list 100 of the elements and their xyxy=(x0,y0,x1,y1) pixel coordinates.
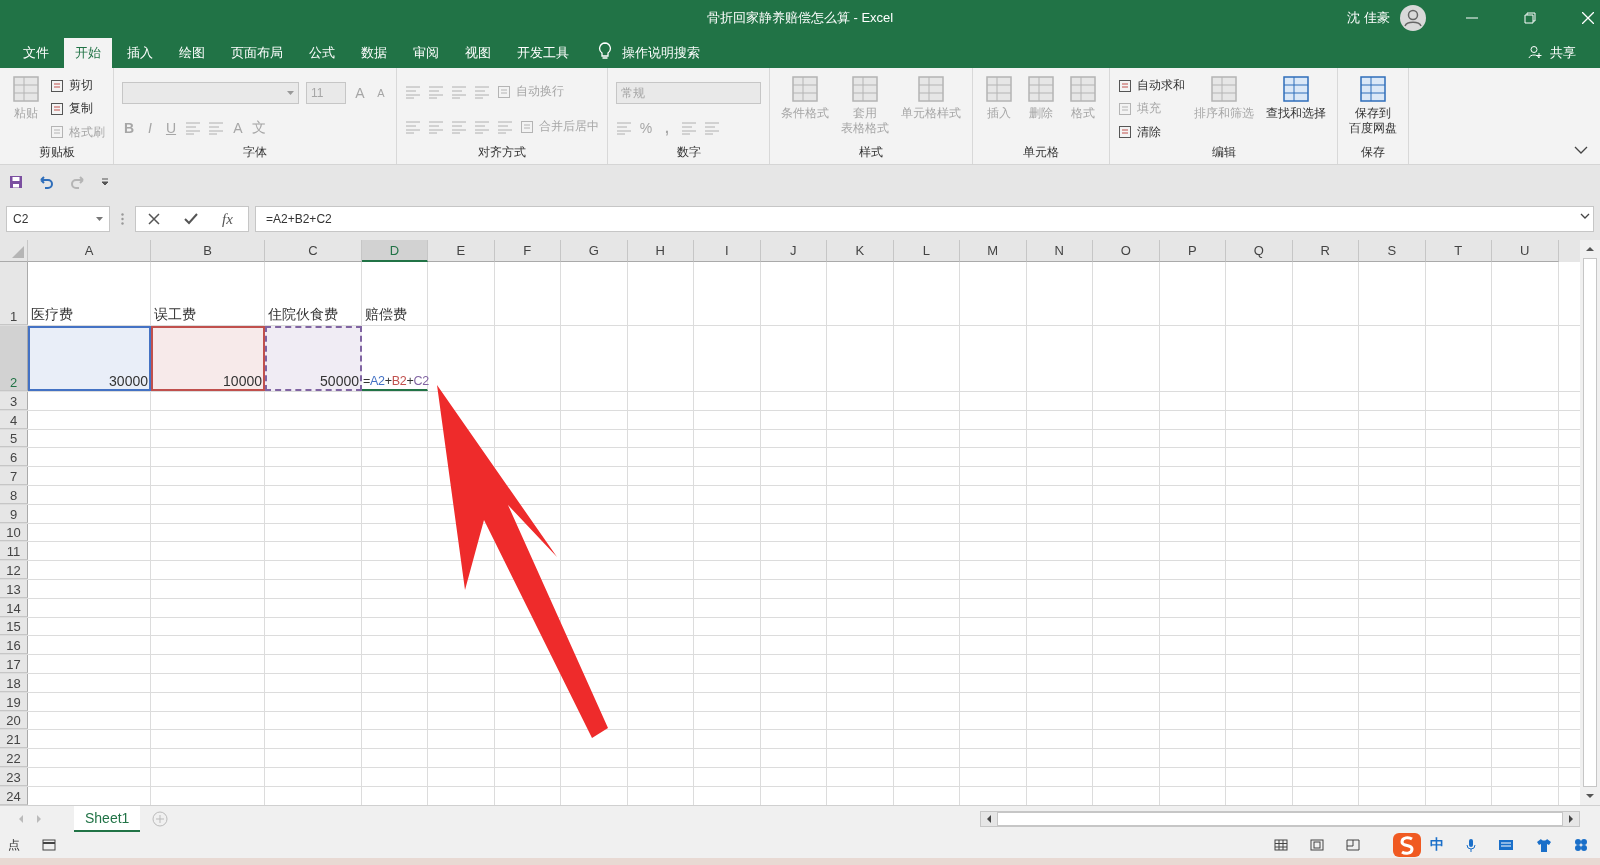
column-header[interactable]: I xyxy=(694,240,761,262)
scroll-left-icon[interactable] xyxy=(985,815,993,823)
ribbon-tab[interactable]: 文件 xyxy=(12,38,60,68)
share-button[interactable]: 共享 xyxy=(1546,38,1600,68)
person-icon[interactable] xyxy=(1528,45,1542,59)
column-header[interactable]: H xyxy=(627,240,694,262)
table-cell: 赔偿费 xyxy=(362,262,428,325)
column-header[interactable]: N xyxy=(1026,240,1093,262)
insert-function-button[interactable]: fx xyxy=(222,210,233,228)
ribbon-tab[interactable]: 开始 xyxy=(64,38,112,68)
column-header[interactable]: K xyxy=(827,240,894,262)
row-header[interactable]: 16 xyxy=(0,636,28,655)
ribbon-button[interactable]: 查找和选择 xyxy=(1263,72,1329,142)
grid-icon[interactable] xyxy=(1274,839,1288,851)
group-label: 字体 xyxy=(243,144,267,161)
user-name: 沈 佳豪 xyxy=(1347,8,1390,27)
group-label: 剪贴板 xyxy=(38,144,75,161)
table-cell: 误工费 xyxy=(151,262,265,325)
grip-icon[interactable] xyxy=(121,213,124,225)
column-header[interactable]: J xyxy=(760,240,827,262)
grid-icon xyxy=(916,74,946,104)
chevron-icon[interactable] xyxy=(1580,213,1590,219)
ime-mode[interactable]: 中 xyxy=(1430,836,1444,854)
avatar-icon[interactable] xyxy=(1400,4,1426,31)
scrollbar-thumb[interactable] xyxy=(1583,258,1597,787)
row-header[interactable]: 6 xyxy=(0,448,28,467)
column-header[interactable]: G xyxy=(561,240,628,262)
column-header[interactable]: E xyxy=(428,240,495,262)
apps-icon[interactable] xyxy=(1574,838,1588,852)
formula-field[interactable]: =A2+B2+C2 xyxy=(255,206,1594,232)
column-header[interactable]: M xyxy=(960,240,1027,262)
ribbon-button[interactable]: 自动求和 xyxy=(1118,77,1185,95)
horizontal-scrollbar[interactable] xyxy=(980,811,1580,827)
ribbon-tab[interactable]: 开发工具 xyxy=(506,38,580,68)
restore-icon[interactable] xyxy=(1524,11,1536,24)
column-header[interactable]: O xyxy=(1093,240,1160,262)
microphone-icon[interactable] xyxy=(1466,838,1476,852)
row-header[interactable]: 2 xyxy=(0,326,28,391)
ribbon-tab[interactable]: 数据 xyxy=(350,38,398,68)
row-header[interactable]: 7 xyxy=(0,467,28,485)
row-header[interactable]: 17 xyxy=(0,655,28,673)
lightbulb-icon[interactable] xyxy=(598,42,612,60)
table-cell[interactable]: =A2+B2+C2 xyxy=(362,326,428,391)
column-header[interactable]: S xyxy=(1359,240,1426,262)
column-header[interactable]: F xyxy=(494,240,561,262)
column-header[interactable]: U xyxy=(1492,240,1559,262)
scroll-down-icon[interactable] xyxy=(1585,791,1595,801)
tell-me-search[interactable]: 操作说明搜索 xyxy=(622,38,700,68)
save-icon[interactable] xyxy=(9,174,23,189)
table-cell: 10000 xyxy=(151,326,265,391)
scroll-right-icon[interactable] xyxy=(1567,815,1575,823)
close-icon[interactable] xyxy=(1582,11,1594,24)
column-header[interactable]: A xyxy=(28,240,151,262)
row-header[interactable]: 1 xyxy=(0,262,28,325)
caret-icon xyxy=(287,90,294,95)
page-break-icon[interactable] xyxy=(1346,839,1360,851)
column-header[interactable]: D xyxy=(362,240,428,262)
row-header[interactable]: 12 xyxy=(0,561,28,579)
grid-icon xyxy=(790,74,820,104)
group-label: 对齐方式 xyxy=(478,144,526,161)
calendar-icon[interactable] xyxy=(42,839,56,851)
row-header[interactable]: 21 xyxy=(0,730,28,749)
ribbon-button[interactable]: 剪切 xyxy=(50,77,93,95)
column-header[interactable]: Q xyxy=(1226,240,1293,262)
row-header[interactable]: 22 xyxy=(0,749,28,767)
shirt-icon[interactable] xyxy=(1536,838,1552,852)
ribbon-tab[interactable]: 审阅 xyxy=(402,38,450,68)
document-icon xyxy=(50,78,64,93)
ribbon-tab[interactable]: 视图 xyxy=(454,38,502,68)
ribbon-tab[interactable]: 公式 xyxy=(298,38,346,68)
ribbon-button[interactable]: 清除 xyxy=(1118,123,1161,141)
document-icon xyxy=(1118,125,1132,140)
document-icon xyxy=(50,102,64,116)
column-header[interactable]: R xyxy=(1292,240,1359,262)
window-title: 骨折回家静养赔偿怎么算 - Excel xyxy=(706,8,894,27)
ribbon-button[interactable]: 保存到 百度网盘 xyxy=(1346,72,1400,142)
column-header[interactable]: L xyxy=(893,240,960,262)
caret-icon xyxy=(96,217,103,221)
ribbon-tab[interactable]: 插入 xyxy=(116,38,164,68)
scrollbar-thumb[interactable] xyxy=(997,812,1563,826)
check-icon[interactable] xyxy=(184,213,198,225)
column-header[interactable]: P xyxy=(1159,240,1226,262)
sheet-tab[interactable]: Sheet1 xyxy=(74,806,141,832)
customize-icon[interactable] xyxy=(101,177,109,186)
group-label: 保存 xyxy=(1361,144,1385,161)
cancel-icon[interactable] xyxy=(148,213,160,225)
keyboard-icon[interactable] xyxy=(1498,839,1514,851)
ribbon-tab[interactable]: 页面布局 xyxy=(220,38,294,68)
chevron-icon[interactable] xyxy=(1574,146,1588,154)
row-header[interactable]: 3 xyxy=(0,392,28,410)
page-icon[interactable] xyxy=(1310,839,1324,851)
row-header[interactable]: 11 xyxy=(0,542,28,561)
ribbon-button[interactable]: 复制 xyxy=(50,100,93,118)
undo-icon[interactable] xyxy=(37,174,55,189)
column-header[interactable]: B xyxy=(151,240,265,262)
ime-logo-icon[interactable] xyxy=(1392,832,1422,858)
scroll-up-icon[interactable] xyxy=(1585,244,1595,254)
ribbon-tab[interactable]: 绘图 xyxy=(168,38,216,68)
column-header[interactable]: T xyxy=(1425,240,1492,262)
name-box[interactable]: C2 xyxy=(6,206,110,232)
